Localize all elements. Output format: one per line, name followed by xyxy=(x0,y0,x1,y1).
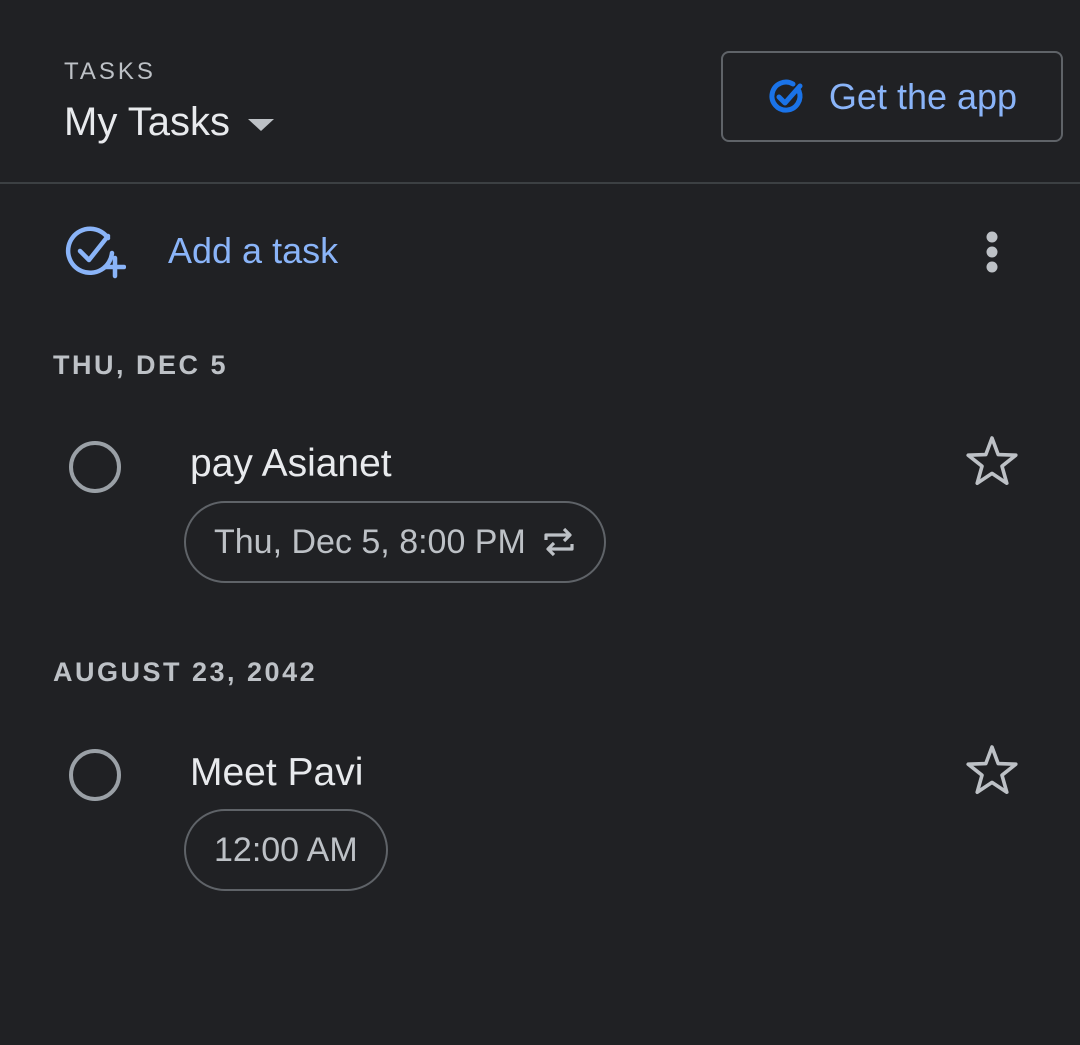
task-title[interactable]: Meet Pavi xyxy=(190,751,363,795)
add-task-label: Add a task xyxy=(168,230,339,271)
section-caption: TASKS xyxy=(64,58,156,85)
circle-outline-icon[interactable] xyxy=(68,748,122,802)
task-title[interactable]: pay Asianet xyxy=(190,442,392,486)
due-date-chip[interactable]: 12:00 AM xyxy=(184,809,388,891)
tasks-app-icon xyxy=(769,79,803,113)
list-selector[interactable]: My Tasks xyxy=(64,100,274,145)
star-outline-icon[interactable] xyxy=(962,432,1022,492)
due-date-chip[interactable]: Thu, Dec 5, 8:00 PM xyxy=(184,501,606,583)
star-outline-icon[interactable] xyxy=(962,741,1022,801)
add-task-icon xyxy=(65,226,126,279)
due-date-label: 12:00 AM xyxy=(214,830,358,869)
header: TASKS My Tasks Get the app xyxy=(0,0,1080,184)
list-title: My Tasks xyxy=(64,100,230,144)
circle-outline-icon[interactable] xyxy=(68,440,122,494)
date-group-header: THU, DEC 5 xyxy=(53,350,229,380)
due-date-label: Thu, Dec 5, 8:00 PM xyxy=(214,522,526,561)
add-task-button[interactable]: Add a task xyxy=(64,222,338,280)
get-the-app-button[interactable]: Get the app xyxy=(721,51,1063,142)
more-vert-icon xyxy=(986,231,998,273)
date-group-header: AUGUST 23, 2042 xyxy=(53,657,318,687)
repeat-icon xyxy=(544,527,574,557)
get-the-app-label: Get the app xyxy=(828,75,1018,117)
arrow-drop-down-icon xyxy=(247,118,274,131)
more-options-button[interactable] xyxy=(966,226,1018,278)
tasks-panel: TASKS My Tasks Get the app Add a task TH… xyxy=(0,0,1080,1045)
